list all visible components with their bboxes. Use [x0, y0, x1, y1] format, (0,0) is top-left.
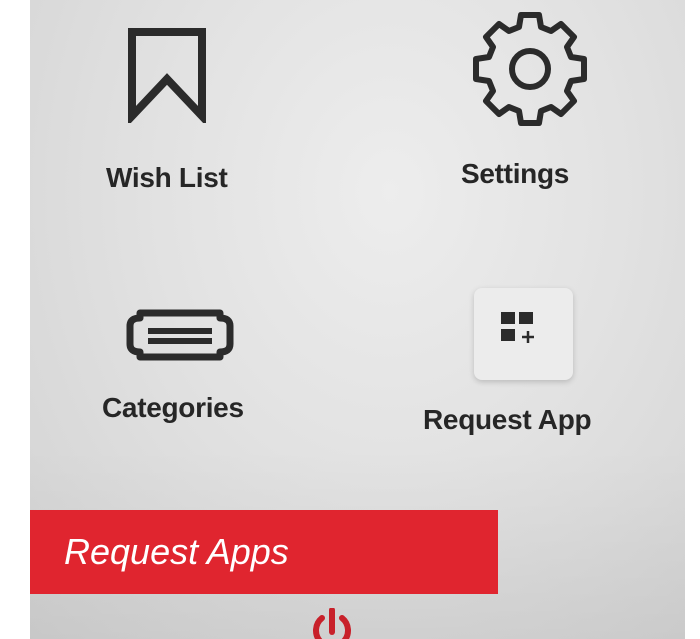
app-screen: Wish List Settings Categories Request Ap… — [0, 0, 700, 639]
settings-label: Settings — [461, 158, 570, 189]
request-app-label: Request App — [423, 404, 592, 435]
wish-list-label: Wish List — [106, 162, 228, 193]
frame-edge-right — [685, 0, 700, 639]
power-icon — [313, 608, 351, 639]
power-button[interactable] — [312, 608, 352, 639]
categories-label: Categories — [102, 392, 244, 423]
banner-title: Request Apps — [64, 531, 289, 572]
gear-icon — [473, 12, 587, 126]
frame-edge-left — [0, 0, 30, 639]
bookmark-icon — [128, 28, 206, 123]
categories-icon — [126, 309, 234, 361]
request-app-button[interactable] — [474, 288, 573, 380]
grid-plus-icon — [501, 312, 534, 343]
